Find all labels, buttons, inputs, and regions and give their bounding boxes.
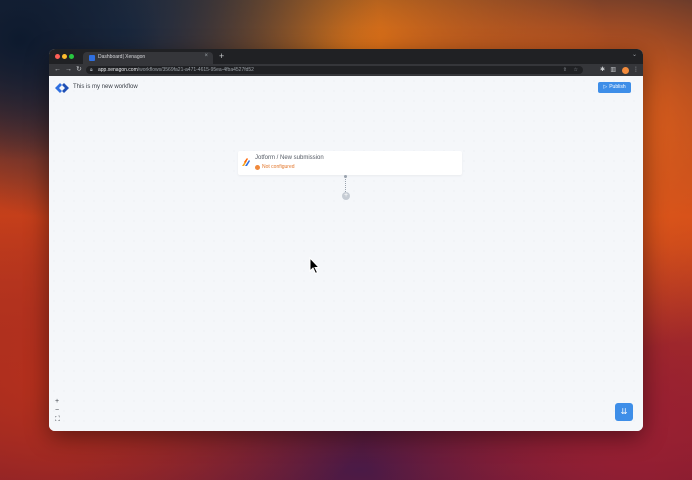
new-tab-button[interactable]: + xyxy=(219,50,224,62)
jotform-icon xyxy=(242,158,250,166)
fit-view-button[interactable]: ⛶ xyxy=(55,416,60,423)
tab-bar: Dashboard| Xenagon × + ⌄ xyxy=(49,49,643,64)
zoom-out-button[interactable]: − xyxy=(55,407,59,414)
menu-dots-icon[interactable]: ⋮ xyxy=(633,65,639,75)
xenagon-logo[interactable] xyxy=(55,83,69,93)
url-host: app.xenagon.com xyxy=(98,67,138,73)
zoom-in-button[interactable]: + xyxy=(55,398,59,405)
star-icon[interactable]: ☆ xyxy=(574,66,578,74)
node-title: Jotform / New submission xyxy=(255,155,324,161)
url-path: /workflows/3569fa21-a471-4615-95ea-4fba4… xyxy=(137,67,254,73)
add-step-button[interactable]: + xyxy=(342,192,350,200)
play-icon: ▷ xyxy=(603,84,608,90)
profile-avatar[interactable] xyxy=(622,67,629,74)
tab-search-icon[interactable]: ⌄ xyxy=(632,51,637,58)
maximize-window-button[interactable] xyxy=(69,54,74,59)
connector-line xyxy=(345,176,347,192)
extensions-icon[interactable]: ✱ xyxy=(600,65,605,75)
share-icon[interactable]: ⇪ xyxy=(563,66,567,74)
favicon-icon xyxy=(89,55,95,61)
publish-button[interactable]: ▷ Publish xyxy=(598,82,631,93)
tab-title: Dashboard| Xenagon xyxy=(98,54,146,60)
workflow-editor: This is my new workflow ▷ Publish Jotform… xyxy=(49,76,643,431)
minimize-window-button[interactable] xyxy=(62,54,67,59)
browser-tab[interactable]: Dashboard| Xenagon × xyxy=(83,52,213,64)
url-text[interactable]: app.xenagon.com/workflows/3569fa21-a471-… xyxy=(98,67,254,73)
browser-toolbar: ← → ↻ 🔒︎ app.xenagon.com/workflows/3569f… xyxy=(49,64,643,76)
trigger-node[interactable]: Jotform / New submission Not configured xyxy=(238,151,462,175)
browser-window: Dashboard| Xenagon × + ⌄ ← → ↻ 🔒︎ app.xe… xyxy=(49,49,643,431)
close-window-button[interactable] xyxy=(55,54,60,59)
lock-icon[interactable]: 🔒︎ xyxy=(90,66,93,74)
sidepanel-icon[interactable]: ▥ xyxy=(610,65,616,75)
back-button[interactable]: ← xyxy=(54,65,61,75)
close-tab-icon[interactable]: × xyxy=(204,53,208,59)
node-status: Not configured xyxy=(262,164,295,170)
forward-button[interactable]: → xyxy=(65,65,72,75)
warning-icon xyxy=(255,165,260,170)
address-bar[interactable]: 🔒︎ app.xenagon.com/workflows/3569fa21-a4… xyxy=(86,66,583,74)
mouse-cursor-icon xyxy=(309,257,321,275)
floating-action-button[interactable]: ⇊ xyxy=(615,403,633,421)
reload-button[interactable]: ↻ xyxy=(76,65,82,75)
publish-label: Publish xyxy=(609,84,626,90)
workflow-title[interactable]: This is my new workflow xyxy=(73,84,138,90)
